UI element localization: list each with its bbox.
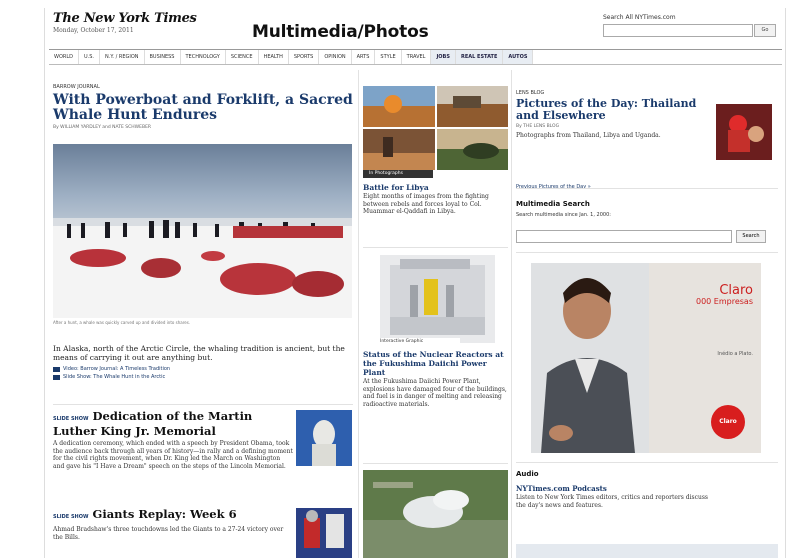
ad-brand: Claro — [719, 283, 753, 298]
video-link-label[interactable]: Video: Barrow Journal: A Timeless Tradit… — [63, 366, 170, 372]
giants-headline[interactable]: Giants Replay: Week 6 — [93, 507, 237, 521]
giants-thumbnail[interactable] — [296, 508, 352, 558]
page-title: Multimedia/Photos — [252, 22, 429, 42]
slideshow-prefix: SLIDE SHOW — [53, 416, 89, 422]
fukushima-headline[interactable]: Status of the Nuclear Reactors at the Fu… — [363, 350, 508, 377]
story-fukushima: Status of the Nuclear Reactors at the Fu… — [363, 350, 508, 408]
multimedia-search-title: Multimedia Search — [516, 200, 590, 208]
multimedia-search-input[interactable] — [516, 230, 732, 243]
fukushima-summary: At the Fukushima Daiichi Power Plant, ex… — [363, 378, 507, 408]
lead-photo[interactable] — [53, 144, 352, 318]
previous-potd-link[interactable]: Previous Pictures of the Day » — [516, 173, 778, 192]
dateline: Monday, October 17, 2011 — [53, 27, 134, 34]
libya-headline[interactable]: Battle for Libya — [363, 183, 508, 192]
libya-photo-1 — [363, 86, 435, 127]
giants-summary: Ahmad Bradshaw's three touchdowns led th… — [53, 526, 284, 541]
search-go-button[interactable]: Go — [754, 24, 776, 37]
football-image — [296, 508, 352, 558]
nav-item-nyregion[interactable]: N.Y. / REGION — [100, 50, 145, 64]
lead-summary-block: In Alaska, north of the Arctic Circle, t… — [53, 344, 353, 380]
potd-thumbnail[interactable] — [716, 104, 772, 160]
libya-photo-4 — [436, 129, 508, 170]
divider — [363, 463, 508, 464]
podcasts-link[interactable]: NYTimes.com Podcasts — [516, 484, 778, 493]
search-label: Search All NYTimes.com — [603, 14, 676, 21]
mlk-statue-image — [296, 410, 352, 466]
lead-link-slideshow[interactable]: Slide Show: The Whale Hunt in the Arctic — [53, 374, 353, 380]
audio-title: Audio — [516, 470, 539, 478]
nav-item-technology[interactable]: TECHNOLOGY — [181, 50, 226, 64]
nav-item-style[interactable]: STYLE — [375, 50, 402, 64]
nav-item-science[interactable]: SCIENCE — [226, 50, 259, 64]
ad-badge: Claro — [711, 405, 745, 439]
interactive-graphic-label: Interactive Graphic — [380, 338, 460, 346]
libya-photo-2 — [436, 86, 508, 127]
ad-line2: Inédio a Plato. — [717, 351, 753, 357]
boxing-image — [716, 104, 772, 160]
lead-photo-caption: After a hunt, a whale was quickly carved… — [53, 320, 191, 325]
story-giants: SLIDE SHOW Giants Replay: Week 6 Ahmad B… — [53, 508, 293, 541]
advertisement[interactable]: Claro 000 Empresas Inédio a Plato. Claro — [531, 263, 761, 453]
story-libya: Battle for Libya Eight months of images … — [363, 183, 508, 216]
nav-item-business[interactable]: BUSINESS — [145, 50, 181, 64]
nav-item-opinion[interactable]: OPINION — [319, 50, 352, 64]
libya-photo-grid[interactable] — [363, 86, 508, 170]
multimedia-search-button[interactable]: Search — [736, 230, 766, 243]
nav-item-sports[interactable]: SPORTS — [289, 50, 320, 64]
ad-line1: 000 Empresas — [695, 297, 753, 306]
divider — [516, 188, 778, 189]
slideshow-icon — [53, 374, 60, 380]
nyt-logo[interactable]: The New York Times — [53, 11, 197, 26]
nav-item-autos[interactable]: AUTOS — [503, 50, 534, 64]
lead-headline[interactable]: With Powerboat and Forklift, a Sacred Wh… — [53, 93, 353, 123]
nav-item-arts[interactable]: ARTS — [352, 50, 376, 64]
reactor-graphic[interactable] — [380, 255, 495, 343]
multimedia-search-box: Multimedia Search Search multimedia sinc… — [516, 200, 778, 220]
slideshow-link-label[interactable]: Slide Show: The Whale Hunt in the Arctic — [63, 374, 165, 380]
mlk-thumbnail[interactable] — [296, 410, 352, 466]
nav-item-world[interactable]: WORLD — [49, 50, 79, 64]
lead-summary: In Alaska, north of the Arctic Circle, t… — [53, 344, 345, 362]
nav-item-travel[interactable]: TRAVEL — [402, 50, 432, 64]
lead-story: BARROW JOURNAL With Powerboat and Forkli… — [53, 84, 353, 130]
divider — [363, 247, 508, 248]
search-input[interactable] — [603, 24, 753, 37]
video-icon — [53, 366, 60, 372]
multimedia-search-label: Search multimedia since Jan. 1, 2000: — [516, 212, 611, 218]
previous-potd-label[interactable]: Previous Pictures of the Day » — [516, 184, 591, 190]
whale-hunt-photo-image — [53, 218, 352, 318]
aerial-photo[interactable] — [363, 470, 508, 558]
divider — [516, 252, 778, 253]
lead-link-video[interactable]: Video: Barrow Journal: A Timeless Tradit… — [53, 366, 353, 372]
aerial-smoke-image — [363, 470, 508, 558]
lead-byline: By WILLIAM YARDLEY and NATE SCHWEBER — [53, 125, 152, 130]
section-nav: WORLD U.S. N.Y. / REGION BUSINESS TECHNO… — [49, 49, 782, 65]
lens-kicker: LENS BLOG — [516, 90, 545, 96]
divider — [53, 404, 353, 405]
potd-headline[interactable]: Pictures of the Day: Thailand and Elsewh… — [516, 98, 711, 122]
nav-item-us[interactable]: U.S. — [79, 50, 101, 64]
libya-summary: Eight months of images from the fighting… — [363, 193, 489, 215]
bottom-module-strip — [516, 544, 778, 558]
reactor-diagram-image — [390, 259, 485, 335]
story-mlk: SLIDE SHOW Dedication of the Martin Luth… — [53, 410, 293, 470]
column-divider — [358, 70, 359, 558]
story-kicker: BARROW JOURNAL — [53, 84, 100, 90]
nav-item-real-estate[interactable]: REAL ESTATE — [455, 50, 504, 64]
libya-photo-3 — [363, 129, 435, 170]
slideshow-prefix: SLIDE SHOW — [53, 514, 89, 520]
column-divider — [511, 70, 512, 558]
nav-item-health[interactable]: HEALTH — [259, 50, 289, 64]
nav-item-jobs[interactable]: JOBS — [431, 50, 456, 64]
divider — [516, 462, 778, 463]
mlk-summary: A dedication ceremony, which ended with … — [53, 440, 293, 470]
audio-box: Audio NYTimes.com Podcasts Listen to New… — [516, 470, 778, 509]
podcasts-summary: Listen to New York Times editors, critic… — [516, 494, 708, 509]
in-photographs-label: In Photographs — [363, 170, 433, 178]
mlk-headline[interactable]: Dedication of the Martin Luther King Jr.… — [53, 409, 252, 438]
potd-summary: Photographs from Thailand, Libya and Uga… — [516, 132, 661, 139]
